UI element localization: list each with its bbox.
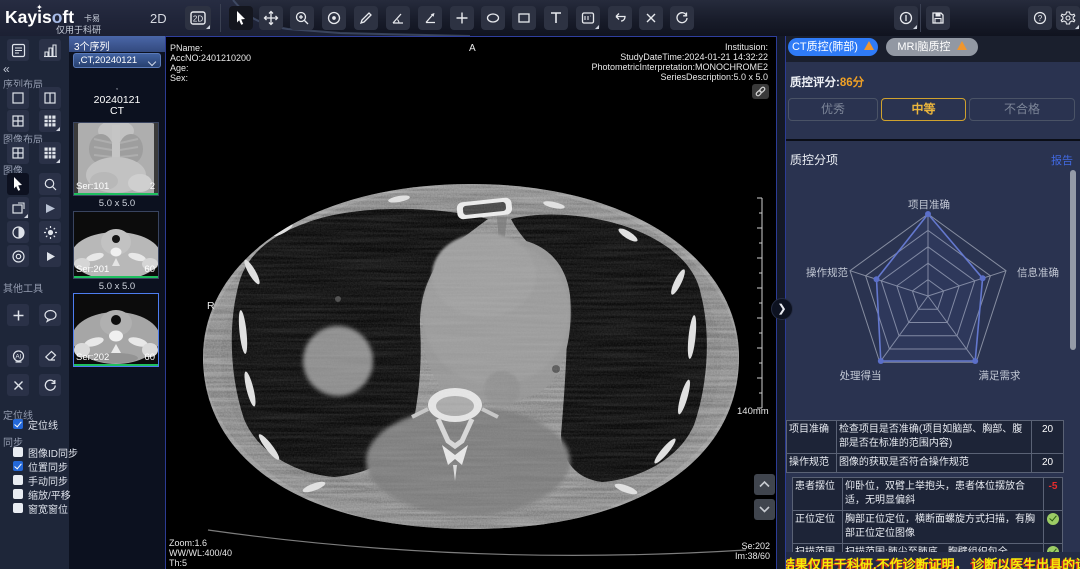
- svg-text:满足需求: 满足需求: [979, 370, 1021, 382]
- svg-text:操作规范: 操作规范: [806, 266, 848, 279]
- svg-text:项目准确: 项目准确: [908, 198, 950, 211]
- svg-text:?: ?: [1038, 14, 1043, 23]
- svg-text:处理得当: 处理得当: [840, 369, 882, 382]
- svg-text:2D: 2D: [193, 15, 203, 24]
- svg-text:信息准确: 信息准确: [1017, 266, 1059, 279]
- svg-text:AI: AI: [15, 353, 21, 360]
